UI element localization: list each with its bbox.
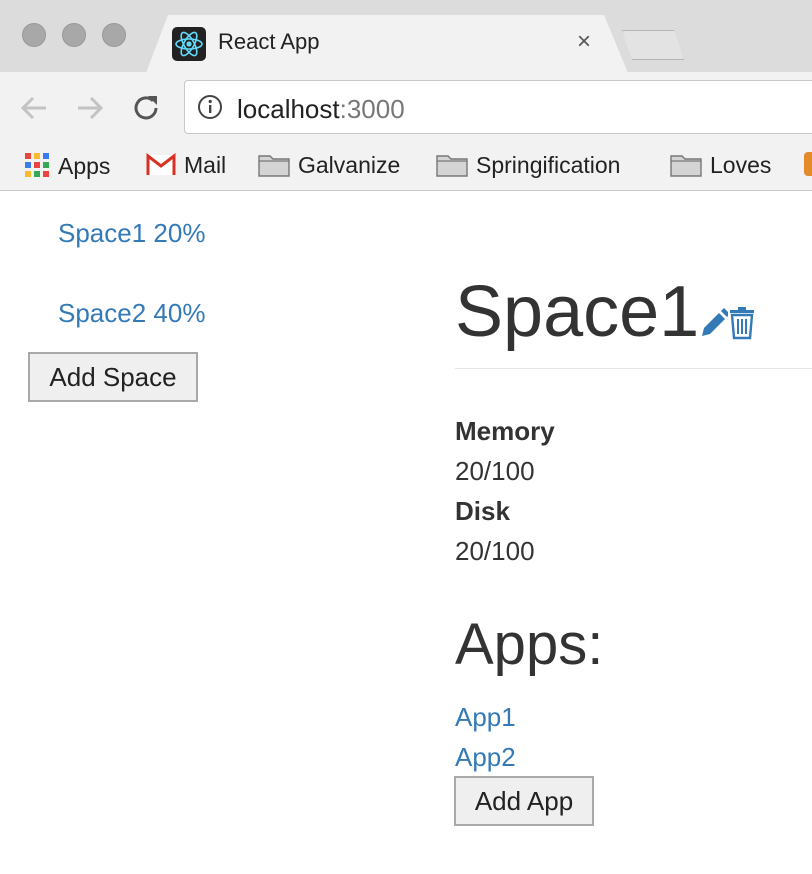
back-icon[interactable] bbox=[14, 88, 54, 128]
url-port: :3000 bbox=[339, 94, 405, 124]
add-space-button[interactable]: Add Space bbox=[28, 352, 198, 402]
app-link-2[interactable]: App2 bbox=[455, 742, 516, 773]
bookmark-label: Apps bbox=[58, 153, 111, 179]
page-title: Space1 bbox=[455, 272, 700, 352]
url-host: localhost bbox=[237, 94, 340, 124]
new-tab-button[interactable] bbox=[622, 30, 684, 60]
bookmark-label: Mail bbox=[184, 152, 227, 178]
space-link-1[interactable]: Space1 20% bbox=[58, 218, 205, 249]
close-window-button[interactable] bbox=[22, 23, 46, 47]
disk-value: 20/100 bbox=[455, 536, 535, 566]
bookmark-galvanize[interactable]: Galvanize bbox=[258, 152, 400, 182]
forward-icon[interactable] bbox=[70, 88, 110, 128]
url-text[interactable]: localhost:3000 bbox=[237, 94, 405, 125]
space-link-2[interactable]: Space2 40% bbox=[58, 298, 205, 329]
bookmark-label: Galvanize bbox=[298, 152, 401, 178]
bookmark-mail[interactable]: Mail bbox=[146, 152, 226, 182]
folder-icon bbox=[258, 153, 290, 177]
bookmarks-bar: Apps Mail Galvanize Springification Love… bbox=[0, 144, 812, 191]
bookmark-label: Springification bbox=[476, 152, 621, 178]
bookmark-loves[interactable]: Loves bbox=[670, 152, 771, 182]
tab-title: React App bbox=[218, 29, 320, 54]
pencil-icon[interactable] bbox=[698, 306, 730, 340]
apps-grid-icon bbox=[24, 152, 50, 184]
maximize-window-button[interactable] bbox=[102, 23, 126, 47]
add-app-button[interactable]: Add App bbox=[454, 776, 594, 826]
close-icon[interactable]: × bbox=[571, 27, 597, 57]
title-divider bbox=[455, 368, 812, 369]
app-link-1[interactable]: App1 bbox=[455, 702, 516, 733]
apps-heading: Apps: bbox=[455, 612, 604, 677]
browser-toolbar: localhost:3000 bbox=[0, 72, 812, 144]
disk-label: Disk bbox=[455, 496, 510, 526]
minimize-window-button[interactable] bbox=[62, 23, 86, 47]
reload-icon[interactable] bbox=[126, 88, 166, 128]
react-icon bbox=[172, 27, 206, 61]
memory-label: Memory bbox=[455, 416, 555, 446]
bookmark-springification[interactable]: Springification bbox=[436, 152, 620, 182]
browser-tab[interactable]: React App × bbox=[146, 15, 628, 73]
tab-strip: React App × bbox=[0, 0, 812, 73]
folder-icon bbox=[436, 153, 468, 177]
bookmark-overflow-icon[interactable] bbox=[804, 152, 812, 176]
folder-icon bbox=[670, 153, 702, 177]
bookmark-label: Loves bbox=[710, 152, 772, 178]
bookmark-apps[interactable]: Apps bbox=[24, 152, 110, 182]
gmail-icon bbox=[146, 152, 176, 183]
trash-icon[interactable] bbox=[728, 306, 758, 340]
address-bar[interactable]: localhost:3000 bbox=[184, 80, 812, 134]
info-icon[interactable] bbox=[197, 94, 223, 120]
memory-value: 20/100 bbox=[455, 456, 535, 486]
